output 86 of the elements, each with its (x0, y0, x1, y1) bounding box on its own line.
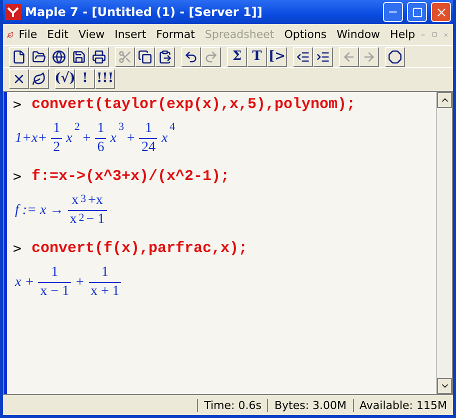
save-icon (72, 50, 86, 64)
printer-icon (92, 50, 106, 64)
toolbar-button[interactable] (49, 46, 69, 66)
math-text: x (160, 130, 169, 146)
toolbar-button[interactable] (181, 46, 201, 66)
math-text: 2 (52, 140, 62, 156)
command-input[interactable]: convert(f(x),parfrac,x); (31, 240, 248, 257)
menu-item[interactable]: View (73, 28, 110, 41)
math-text: + (80, 130, 92, 146)
math-text: x (70, 193, 80, 209)
scrollbar[interactable] (436, 92, 452, 394)
menu-item[interactable]: Help (385, 28, 420, 41)
toolbar-button[interactable]: !!! (95, 68, 115, 88)
math-text: f := x → (14, 202, 65, 218)
toolbar-button[interactable] (9, 46, 29, 66)
maximize-button[interactable] (407, 2, 427, 22)
math-text: + (74, 274, 86, 290)
toolbar-button[interactable]: [> (267, 46, 287, 66)
command-input[interactable]: convert(taylor(exp(x),x,5),polynom); (31, 96, 356, 113)
maximize-icon (412, 6, 422, 18)
exponent: 4 (170, 121, 176, 133)
toolbar-button[interactable] (29, 68, 49, 88)
undo-icon (184, 50, 198, 64)
toolbar-button[interactable] (29, 46, 49, 66)
math-text: 1 (50, 265, 60, 281)
copy-icon (138, 50, 152, 64)
toolbar-button[interactable] (293, 46, 313, 66)
minimize-button[interactable] (383, 2, 403, 22)
math-text: x + (14, 274, 36, 290)
close-button[interactable] (431, 2, 451, 22)
toolbar-button[interactable] (69, 46, 89, 66)
toolbar-button[interactable]: (√) (55, 68, 75, 88)
close-icon (434, 6, 448, 18)
menu-item[interactable]: Insert (110, 28, 152, 41)
paste-icon (158, 50, 172, 64)
math-text: 24 (140, 140, 156, 156)
toolbar-button[interactable] (313, 46, 333, 66)
toolbar-button[interactable]: Σ (227, 46, 247, 66)
math-text: x + 1 (90, 284, 120, 300)
status-field: Bytes: 3.00M (267, 398, 353, 412)
menu-item[interactable]: Window (332, 28, 386, 41)
math-text: +x (86, 193, 104, 209)
indent-icon (316, 50, 330, 64)
open-folder-icon (32, 50, 46, 64)
prompt: > (13, 168, 22, 184)
math-text: x (65, 130, 74, 146)
math-text: x (68, 212, 78, 228)
exponent: 2 (74, 121, 80, 133)
redo-icon (204, 50, 218, 64)
math-text: x (109, 130, 118, 146)
math-text: 6 (96, 140, 106, 156)
toolbar-button[interactable] (9, 68, 29, 88)
window-title: Maple 7 - [Untitled (1) - [Server 1]] (25, 5, 264, 19)
math-text: 1 (144, 121, 153, 137)
math-text: 1 (52, 121, 62, 137)
command-input[interactable]: f:=x->(x^3+x)/(x^2-1); (31, 168, 230, 185)
outdent-icon (296, 50, 310, 64)
leaf-icon (32, 72, 46, 86)
math-text: x − 1 (39, 284, 70, 300)
toolbar-button[interactable] (89, 46, 109, 66)
math-text: + (125, 130, 136, 146)
toolbar-button[interactable]: ! (75, 68, 95, 88)
globe-icon (52, 50, 66, 64)
menu-item[interactable]: File (14, 28, 42, 41)
math-text: 1+x+ (14, 130, 48, 146)
prompt: > (13, 240, 22, 256)
app-logo-icon (5, 4, 21, 20)
toolbar-button[interactable] (135, 46, 155, 66)
toolbar-button[interactable]: T (247, 46, 267, 66)
math-text: 1 (100, 265, 110, 281)
math-text: 1 (96, 121, 106, 137)
prompt: > (13, 96, 22, 112)
toolbar-button[interactable] (155, 46, 175, 66)
status-field: Time: 0.6s (197, 398, 268, 412)
menu-item[interactable]: Options (279, 28, 332, 41)
menu-item[interactable]: Format (151, 28, 200, 41)
exponent: 2 (78, 212, 84, 224)
exponent: 3 (118, 121, 124, 133)
scissors-icon (118, 50, 132, 64)
status-field: Available: 115M (352, 398, 453, 412)
menu-item[interactable]: Edit (42, 28, 74, 41)
new-file-icon (12, 50, 26, 64)
stop-icon (388, 50, 402, 64)
math-text: − 1 (85, 212, 106, 228)
toolbar-button[interactable] (385, 46, 405, 66)
exponent: 3 (80, 193, 86, 205)
